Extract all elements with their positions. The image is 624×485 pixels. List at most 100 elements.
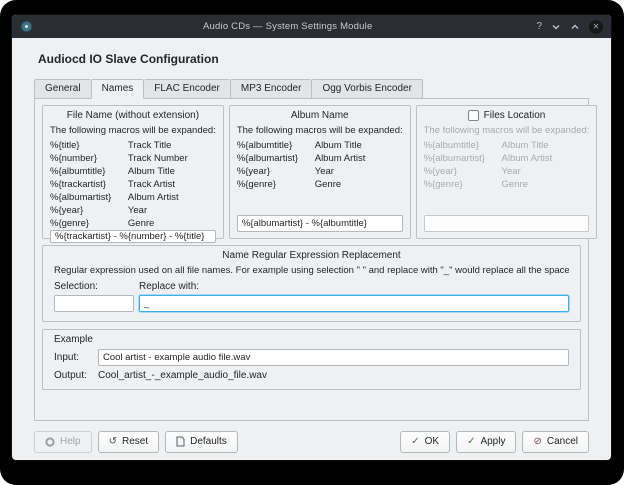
example-input-row: Input: — [54, 349, 569, 366]
album-name-group-title: Album Name — [237, 110, 403, 121]
macro-row: %{trackartist} Track Artist — [50, 178, 216, 191]
audio-cd-icon — [20, 20, 33, 33]
defaults-button[interactable]: Defaults — [165, 431, 238, 453]
macro-row: %{albumartist} Album Artist — [424, 152, 590, 165]
macro-desc: Album Title — [128, 165, 216, 178]
macro-desc: Genre — [128, 217, 216, 230]
macro-desc: Genre — [502, 178, 590, 191]
tab-general[interactable]: General — [34, 79, 91, 99]
macro-desc: Year — [502, 165, 590, 178]
cancel-button[interactable]: ⊘ Cancel — [522, 431, 589, 453]
apply-button-label: Apply — [480, 436, 505, 447]
tab-mp3-encoder[interactable]: MP3 Encoder — [230, 79, 312, 99]
macro-row: %{albumtitle} Album Title — [50, 165, 216, 178]
macro-row: %{year} Year — [424, 165, 590, 178]
reset-button-label: Reset — [122, 436, 148, 447]
apply-button[interactable]: ✓ Apply — [456, 431, 516, 453]
macro-row: %{year} Year — [237, 165, 403, 178]
macro-desc: Year — [315, 165, 403, 178]
macro-name: %{year} — [424, 165, 502, 178]
macros-intro: The following macros will be expanded: — [424, 125, 590, 136]
reset-button[interactable]: ↺ Reset — [98, 431, 160, 453]
regex-group-title: Name Regular Expression Replacement — [54, 250, 569, 261]
ok-button[interactable]: ✓ OK — [400, 431, 450, 453]
help-icon — [45, 437, 55, 447]
file-name-group: File Name (without extension) The follow… — [42, 105, 224, 239]
macro-desc: Album Title — [315, 139, 403, 152]
tab-ogg-vorbis-encoder[interactable]: Ogg Vorbis Encoder — [311, 79, 423, 99]
macro-name: %{genre} — [50, 217, 128, 230]
album-name-pattern-input[interactable] — [237, 215, 403, 232]
macro-row: %{genre} Genre — [237, 178, 403, 191]
selection-field: Selection: — [54, 281, 134, 312]
macro-name: %{albumartist} — [237, 152, 315, 165]
file-name-pattern-input[interactable] — [50, 230, 216, 243]
macro-desc: Album Title — [502, 139, 590, 152]
macro-name: %{trackartist} — [50, 178, 128, 191]
macro-row: %{albumtitle} Album Title — [237, 139, 403, 152]
macro-row: %{albumtitle} Album Title — [424, 139, 590, 152]
tab-content-frame: File Name (without extension) The follow… — [34, 98, 589, 421]
macro-row: %{title} Track Title — [50, 139, 216, 152]
selection-input[interactable] — [54, 295, 134, 312]
macro-name: %{title} — [50, 139, 128, 152]
window-title: Audio CDs — System Settings Module — [39, 21, 536, 32]
macro-desc: Track Title — [128, 139, 216, 152]
settings-window: Audio CDs — System Settings Module ? ✕ A… — [11, 14, 612, 461]
dialog-button-row: Help ↺ Reset Defaults ✓ OK — [34, 431, 589, 453]
macro-desc: Year — [128, 204, 216, 217]
example-group: Example Input: Output: Cool_artist_-_exa… — [42, 329, 581, 390]
reset-icon: ↺ — [109, 437, 117, 447]
minimize-icon[interactable] — [551, 22, 561, 32]
macro-name: %{albumtitle} — [424, 139, 502, 152]
page-title: Audiocd IO Slave Configuration — [38, 52, 587, 66]
example-output-row: Output: Cool_artist_-_example_audio_file… — [54, 370, 569, 381]
macro-desc: Track Number — [128, 152, 216, 165]
apply-icon: ✓ — [467, 437, 475, 447]
macro-desc: Track Artist — [128, 178, 216, 191]
macro-name: %{genre} — [424, 178, 502, 191]
macro-name: %{albumartist} — [50, 191, 128, 204]
example-group-title: Example — [54, 334, 569, 345]
macro-name: %{genre} — [237, 178, 315, 191]
files-location-pattern-input[interactable] — [424, 215, 590, 232]
macro-desc: Genre — [315, 178, 403, 191]
files-location-group: Files Location The following macros will… — [416, 105, 598, 239]
tab-names[interactable]: Names — [91, 79, 145, 99]
macro-name: %{number} — [50, 152, 128, 165]
example-input-label: Input: — [54, 352, 98, 363]
example-input[interactable] — [98, 349, 569, 366]
defaults-button-label: Defaults — [190, 436, 227, 447]
file-name-group-title: File Name (without extension) — [50, 110, 216, 121]
replace-with-field: Replace with: — [139, 281, 569, 312]
macro-desc: Album Artist — [315, 152, 403, 165]
macro-row: %{genre} Genre — [424, 178, 590, 191]
regex-description: Regular expression used on all file name… — [54, 265, 569, 276]
cancel-icon: ⊘ — [533, 437, 541, 447]
tab-flac-encoder[interactable]: FLAC Encoder — [144, 79, 230, 99]
replace-with-label: Replace with: — [139, 281, 569, 292]
macros-intro: The following macros will be expanded: — [237, 125, 403, 136]
replace-with-input[interactable] — [139, 295, 569, 312]
help-button[interactable]: Help — [34, 431, 92, 453]
tab-bar: General Names FLAC Encoder MP3 Encoder O… — [34, 79, 589, 99]
album-name-group: Album Name The following macros will be … — [229, 105, 411, 239]
titlebar-help-button[interactable]: ? — [536, 21, 542, 32]
macro-desc: Album Artist — [502, 152, 590, 165]
titlebar[interactable]: Audio CDs — System Settings Module ? ✕ — [12, 15, 611, 38]
macro-name: %{albumtitle} — [237, 139, 315, 152]
macro-name: %{year} — [50, 204, 128, 217]
cancel-button-label: Cancel — [547, 436, 578, 447]
help-button-label: Help — [60, 436, 81, 447]
close-icon[interactable]: ✕ — [589, 20, 603, 34]
screenshot-background: Audio CDs — System Settings Module ? ✕ A… — [0, 0, 624, 485]
example-output-label: Output: — [54, 370, 98, 381]
macro-name: %{albumtitle} — [50, 165, 128, 178]
files-location-checkbox[interactable] — [468, 110, 479, 121]
macro-row: %{genre} Genre — [50, 217, 216, 230]
regex-replacement-group: Name Regular Expression Replacement Regu… — [42, 245, 581, 322]
regex-fields-row: Selection: Replace with: — [54, 281, 569, 312]
files-location-group-title: Files Location — [424, 110, 590, 121]
example-output-value: Cool_artist_-_example_audio_file.wav — [98, 370, 267, 381]
maximize-icon[interactable] — [570, 22, 580, 32]
